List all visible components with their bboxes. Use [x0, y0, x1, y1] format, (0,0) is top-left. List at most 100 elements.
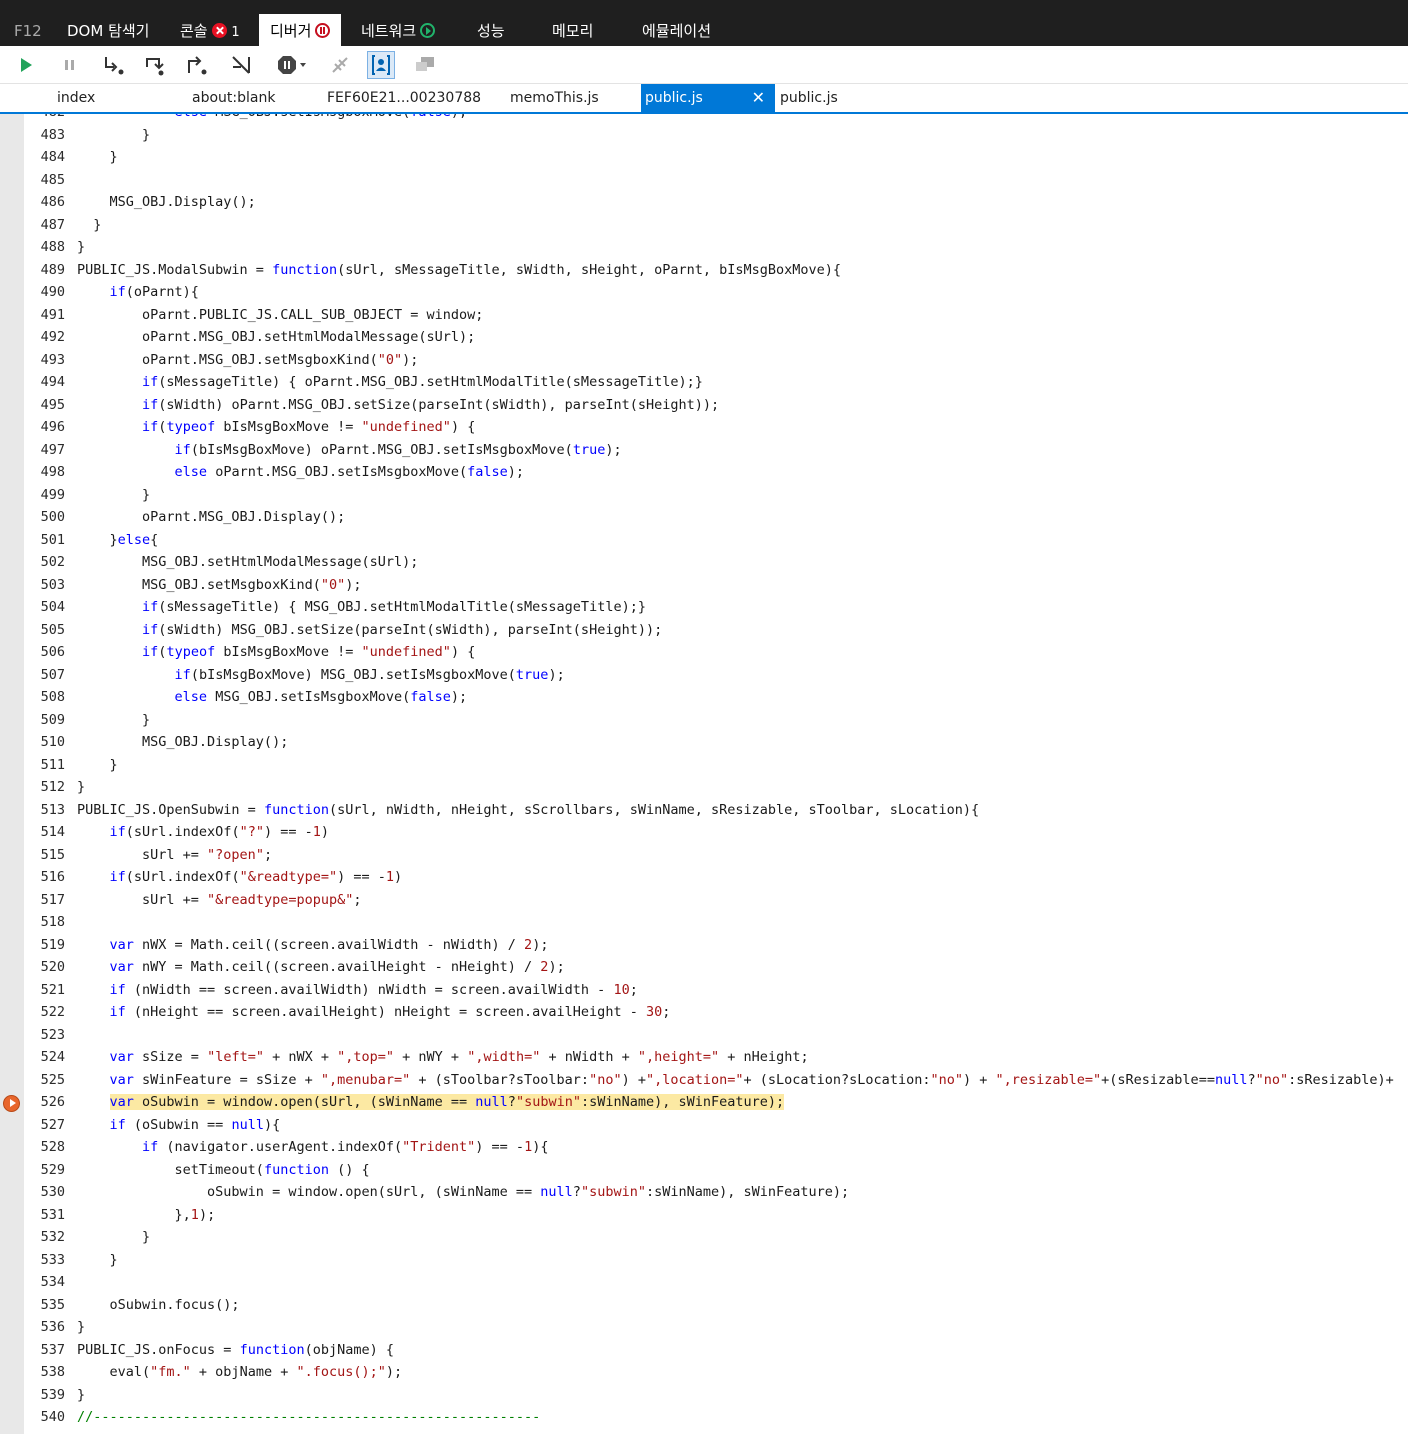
line-number: 515	[40, 846, 65, 863]
code-text: }	[77, 486, 151, 503]
just-my-code-icon	[372, 55, 390, 75]
code-text: oParnt.MSG_OBJ.setMsgboxKind("0");	[77, 351, 419, 368]
record-icon	[420, 23, 436, 38]
line-number: 491	[40, 306, 65, 323]
code-text: }	[77, 126, 151, 143]
line-number: 496	[40, 419, 65, 435]
file-tab-bar: index about:blank FEF60E21...00230788 me…	[0, 84, 1408, 114]
event-breakpoints-button[interactable]	[411, 51, 439, 79]
break-on-new-worker-button[interactable]	[227, 51, 255, 79]
plug-icon	[332, 57, 348, 73]
file-tab-public[interactable]: public.js	[780, 84, 838, 112]
line-number: 537	[40, 1341, 65, 1358]
line-number: 510	[40, 734, 65, 750]
line-number: 529	[40, 1161, 65, 1178]
line-number: 482	[24, 114, 65, 124]
line-number: 509	[40, 711, 65, 728]
line-number: 493	[40, 351, 65, 368]
line-number: 518	[40, 914, 65, 930]
code-text: }	[77, 1251, 118, 1268]
line-number: 495	[40, 396, 65, 413]
line-number: 540	[40, 1409, 65, 1425]
file-tab-public-active[interactable]: public.js ✕	[641, 84, 775, 112]
line-number: 523	[40, 1026, 65, 1043]
current-breakpoint-icon[interactable]	[3, 1095, 20, 1112]
file-tab-index[interactable]: index	[57, 84, 95, 112]
code-text: if(typeof bIsMsgBoxMove != "undefined") …	[142, 419, 476, 435]
worker-break-icon	[232, 56, 250, 74]
step-into-button[interactable]	[100, 51, 128, 79]
tab-emulation[interactable]: 에뮬레이션	[642, 14, 711, 46]
line-number: 483	[40, 126, 65, 143]
code-text: if(sUrl.indexOf("?") == -1)	[109, 824, 330, 840]
line-number: 538	[40, 1364, 65, 1380]
exception-behavior-button[interactable]	[275, 51, 311, 79]
debugger-toolbar	[0, 46, 1408, 84]
code-text: MSG_OBJ.Display();	[77, 194, 256, 210]
tab-performance[interactable]: 성능	[477, 14, 505, 46]
code-editor[interactable]: 482 else MSG_OBJ.setIsMsgboxMove(false);…	[0, 114, 1408, 1434]
close-icon[interactable]: ✕	[752, 84, 765, 112]
code-text: var nWY = Math.ceil((screen.availHeight …	[109, 959, 565, 975]
step-into-icon	[105, 57, 124, 75]
code-text: }	[77, 216, 102, 233]
code-text: MSG_OBJ.setHtmlModalMessage(sUrl);	[77, 554, 419, 570]
break-button[interactable]	[56, 51, 84, 79]
line-number: 517	[40, 891, 65, 908]
code-text: if(sWidth) MSG_OBJ.setSize(parseInt(sWid…	[142, 621, 663, 638]
line-number: 484	[40, 149, 65, 165]
code-text: var sSize = "left=" + nWX + ",top=" + nW…	[109, 1049, 809, 1065]
line-number: 531	[40, 1206, 65, 1223]
code-text: var oSubwin = window.open(sUrl, (sWinNam…	[109, 1094, 785, 1110]
step-over-button[interactable]	[141, 51, 169, 79]
code-text: if(sUrl.indexOf("&readtype=") == -1)	[109, 869, 403, 885]
code-text: }	[77, 239, 86, 255]
file-tab-fef60e21[interactable]: FEF60E21...00230788	[327, 84, 481, 112]
tab-memory[interactable]: 메모리	[552, 14, 593, 46]
code-text: else oParnt.MSG_OBJ.setIsMsgboxMove(fals…	[174, 464, 525, 480]
continue-button[interactable]	[12, 51, 40, 79]
line-number: 505	[40, 621, 65, 638]
code-text: if(bIsMsgBoxMove) MSG_OBJ.setIsMsgboxMov…	[174, 666, 565, 683]
line-number: 508	[40, 689, 65, 705]
just-my-code-button[interactable]	[367, 51, 395, 79]
tab-console[interactable]: 콘솔 1	[180, 14, 240, 46]
line-number: 511	[40, 756, 65, 773]
line-number: 516	[40, 869, 65, 885]
code-text: }	[77, 711, 151, 728]
code-text: oSubwin = window.open(sUrl, (sWinName ==…	[77, 1184, 850, 1200]
step-out-button[interactable]	[183, 51, 211, 79]
code-text: MSG_OBJ.Display();	[77, 734, 289, 750]
code-text: oSubwin.focus();	[77, 1296, 240, 1313]
line-number: 490	[40, 284, 65, 300]
line-number: 485	[40, 171, 65, 188]
tab-network[interactable]: 네트워크	[361, 14, 436, 46]
line-number: 499	[40, 486, 65, 503]
pause-icon	[65, 60, 74, 70]
tab-debugger[interactable]: 디버거	[259, 14, 342, 46]
file-tab-memothis[interactable]: memoThis.js	[510, 84, 599, 112]
code-text: }else{	[77, 531, 159, 548]
line-number: 526	[40, 1094, 65, 1110]
code-text: if (navigator.userAgent.indexOf("Trident…	[142, 1139, 549, 1155]
error-icon	[211, 23, 227, 38]
disconnect-debugger-button[interactable]	[326, 51, 354, 79]
line-number: 514	[40, 824, 65, 840]
code-text: }	[77, 779, 86, 795]
code-text: var sWinFeature = sSize + ",menubar=" + …	[109, 1071, 1394, 1088]
line-number: 488	[40, 239, 65, 255]
line-number: 503	[40, 576, 65, 593]
line-number: 513	[40, 801, 65, 818]
line-number: 539	[40, 1386, 65, 1403]
chat-icon	[416, 57, 434, 71]
line-number: 489	[40, 261, 65, 278]
line-number: 504	[40, 599, 65, 615]
line-number: 519	[40, 936, 65, 953]
line-number: 530	[40, 1184, 65, 1200]
line-number: 506	[40, 644, 65, 660]
line-number: 536	[40, 1319, 65, 1335]
tab-dom-explorer[interactable]: DOM 탐색기	[67, 14, 149, 46]
line-number: 502	[40, 554, 65, 570]
file-tab-about-blank[interactable]: about:blank	[192, 84, 275, 112]
code-text: PUBLIC_JS.OpenSubwin = function(sUrl, nW…	[77, 801, 980, 818]
